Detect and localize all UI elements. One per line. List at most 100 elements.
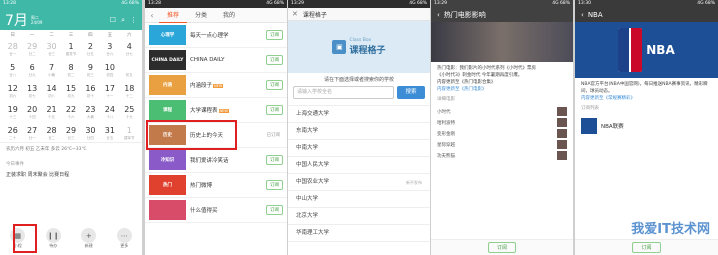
calendar-day[interactable]: 25 十九 — [120, 103, 139, 121]
back-icon[interactable]: ‹ — [437, 11, 440, 19]
subscribe-button[interactable]: 订阅 — [266, 180, 283, 190]
calendar-day[interactable]: 3 廿六 — [100, 40, 119, 58]
tab-recommend[interactable]: 推荐 — [159, 8, 188, 23]
more-icon: ⋯ — [116, 228, 132, 243]
nba-screen: 13:30 4G 68% ‹ NBA NBA NBA官方平台(NBA中国官网)，每日… — [575, 0, 718, 255]
university-item[interactable]: 北京大学 — [288, 208, 430, 225]
calendar-day[interactable]: 16 初十 — [81, 82, 100, 100]
dock-todo[interactable]: ❙❙ 待办 — [41, 228, 65, 249]
movie-item[interactable]: 星际穿越 — [431, 139, 573, 150]
calendar-day[interactable]: 18 十二 — [120, 82, 139, 100]
lunar-label: 十二 — [125, 94, 133, 98]
today-icon[interactable]: ☐ — [110, 16, 116, 25]
calendar-day[interactable]: 27 廿一 — [22, 124, 41, 142]
calendar-day[interactable]: 28 廿二 — [42, 124, 61, 142]
movie-item[interactable]: 功夫熊猫 — [431, 150, 573, 161]
calendar-day[interactable]: 20 十四 — [22, 103, 41, 121]
school-search-input[interactable]: 请输入学校全名 — [293, 86, 394, 99]
search-icon[interactable]: ⌕ — [121, 16, 125, 25]
day-number: 30 — [85, 126, 96, 135]
calendar-day[interactable]: 5 廿八 — [3, 61, 22, 79]
dock-new[interactable]: + 新建 — [77, 228, 101, 249]
back-icon[interactable]: ‹ — [581, 11, 584, 19]
university-item[interactable]: 中南大学 — [288, 140, 430, 157]
article-link[interactable]: 内容更新至《热门电影》 — [437, 86, 567, 93]
day-number: 17 — [104, 84, 115, 93]
subscription-row[interactable]: 心理学 每天一点心理学 订阅 — [145, 23, 287, 48]
university-item[interactable]: 华南理工大学 — [288, 225, 430, 242]
calendar-day[interactable]: 30 廿四 — [81, 124, 100, 142]
dock-more[interactable]: ⋯ 更多 — [112, 228, 136, 249]
watermark: 我爱IT技术网 — [631, 222, 710, 237]
calendar-day[interactable]: 22 十六 — [61, 103, 80, 121]
subscribe-button[interactable]: 订阅 — [266, 155, 283, 165]
tab-mine[interactable]: 我的 — [215, 8, 243, 23]
calendar-day[interactable]: 21 十五 — [42, 103, 61, 121]
event-line[interactable]: 正装求职 周末聚会 比赛日程 — [0, 169, 142, 180]
calendar-day[interactable]: 19 十三 — [3, 103, 22, 121]
subscribe-button[interactable]: 订阅 — [266, 30, 283, 40]
subscription-row[interactable]: CHINA DAILY CHINA DAILY 订阅 — [145, 48, 287, 73]
subscribe-button[interactable]: 订阅 — [266, 80, 283, 90]
subscription-row[interactable]: 什么值得买 订阅 — [145, 198, 287, 223]
calendar-day[interactable]: 29 廿三 — [61, 124, 80, 142]
movie-item[interactable]: 哈利波特 — [431, 117, 573, 128]
calendar-day[interactable]: 15 初九 — [61, 82, 80, 100]
calendar-day[interactable]: 8 初二 — [61, 61, 80, 79]
calendar-day[interactable]: 26 二十 — [3, 124, 22, 142]
day-number: 26 — [7, 126, 18, 135]
calendar-day[interactable]: 23 大暑 — [81, 103, 100, 121]
university-item[interactable]: 上海交通大学 — [288, 106, 430, 123]
calendar-day[interactable]: 10 初四 — [100, 61, 119, 79]
subscribe-button[interactable]: 订阅 — [487, 242, 516, 253]
month-title[interactable]: 7月 — [5, 10, 28, 30]
back-icon[interactable]: ‹ — [145, 11, 159, 20]
calendar-day[interactable]: 11 初五 — [120, 61, 139, 79]
nba-banner: NBA — [575, 22, 718, 78]
university-item[interactable]: 中山大学 — [288, 191, 430, 208]
calendar-day[interactable]: 1 建党节 — [61, 40, 80, 58]
calendar-day[interactable]: 1 建军节 — [120, 124, 139, 142]
logo-en: Class Box — [349, 38, 372, 43]
lunar-label: 初三 — [86, 73, 94, 77]
university-item[interactable]: 东南大学 — [288, 123, 430, 140]
tab-category[interactable]: 分类 — [187, 8, 215, 23]
subscribe-button[interactable]: 订阅 — [266, 55, 283, 65]
university-list: 上海交通大学 东南大学 中南大学 中国人民大学 中国农业大学 新平发布 中山大学 北京大学 华南… — [288, 105, 430, 242]
menu-icon[interactable]: ⋮ — [130, 16, 137, 25]
calendar-day[interactable]: 31 廿五 — [100, 124, 119, 142]
calendar-day[interactable]: 17 十一 — [100, 82, 119, 100]
lunar-label: 廿六 — [106, 52, 114, 56]
university-item[interactable]: 中国人民大学 — [288, 157, 430, 174]
subscription-row[interactable]: 热门 热门微博 订阅 — [145, 173, 287, 198]
close-icon[interactable]: ✕ — [292, 10, 298, 18]
update-link[interactable]: 内容更新至《常规赛精彩》 — [581, 95, 712, 102]
calendar-day[interactable]: 30 廿三 — [42, 40, 61, 58]
status-indicators: 4G 68% — [409, 1, 427, 6]
movie-item[interactable]: 小时代 — [431, 106, 573, 117]
calendar-day[interactable]: 7 小暑 — [42, 61, 61, 79]
calendar-day[interactable]: 12 初六 — [3, 82, 22, 100]
footer-bar: 订阅 — [431, 239, 573, 255]
calendar-day[interactable]: 24 十八 — [100, 103, 119, 121]
subscribe-button[interactable]: 已订阅 — [264, 131, 284, 139]
calendar-day[interactable]: 29 廿二 — [22, 40, 41, 58]
calendar-day[interactable]: 2 廿五 — [81, 40, 100, 58]
movie-item[interactable]: 变形金刚 — [431, 128, 573, 139]
calendar-day[interactable]: 6 廿九 — [22, 61, 41, 79]
calendar-day[interactable]: 9 初三 — [81, 61, 100, 79]
calendar-day[interactable]: 4 廿七 — [120, 40, 139, 58]
channel-name: 内涵段子 NEW — [190, 81, 266, 89]
university-name: 中国农业大学 — [296, 179, 330, 185]
subscription-row[interactable]: 内涵 内涵段子 NEW 订阅 — [145, 73, 287, 98]
subscribe-button[interactable]: 订阅 — [266, 105, 283, 115]
calendar-day[interactable]: 13 初七 — [22, 82, 41, 100]
list-item[interactable]: NBA联赛 — [575, 115, 718, 137]
subscribe-button[interactable]: 订阅 — [266, 205, 283, 215]
subscribe-button[interactable]: 订阅 — [632, 242, 661, 253]
subscription-row[interactable]: 冷知识 我们爱讲冷笑话 订阅 — [145, 148, 287, 173]
university-item[interactable]: 中国农业大学 新平发布 — [288, 174, 430, 191]
calendar-day[interactable]: 28 廿一 — [3, 40, 22, 58]
calendar-day[interactable]: 14 初八 — [42, 82, 61, 100]
search-button[interactable]: 搜索 — [397, 86, 425, 99]
